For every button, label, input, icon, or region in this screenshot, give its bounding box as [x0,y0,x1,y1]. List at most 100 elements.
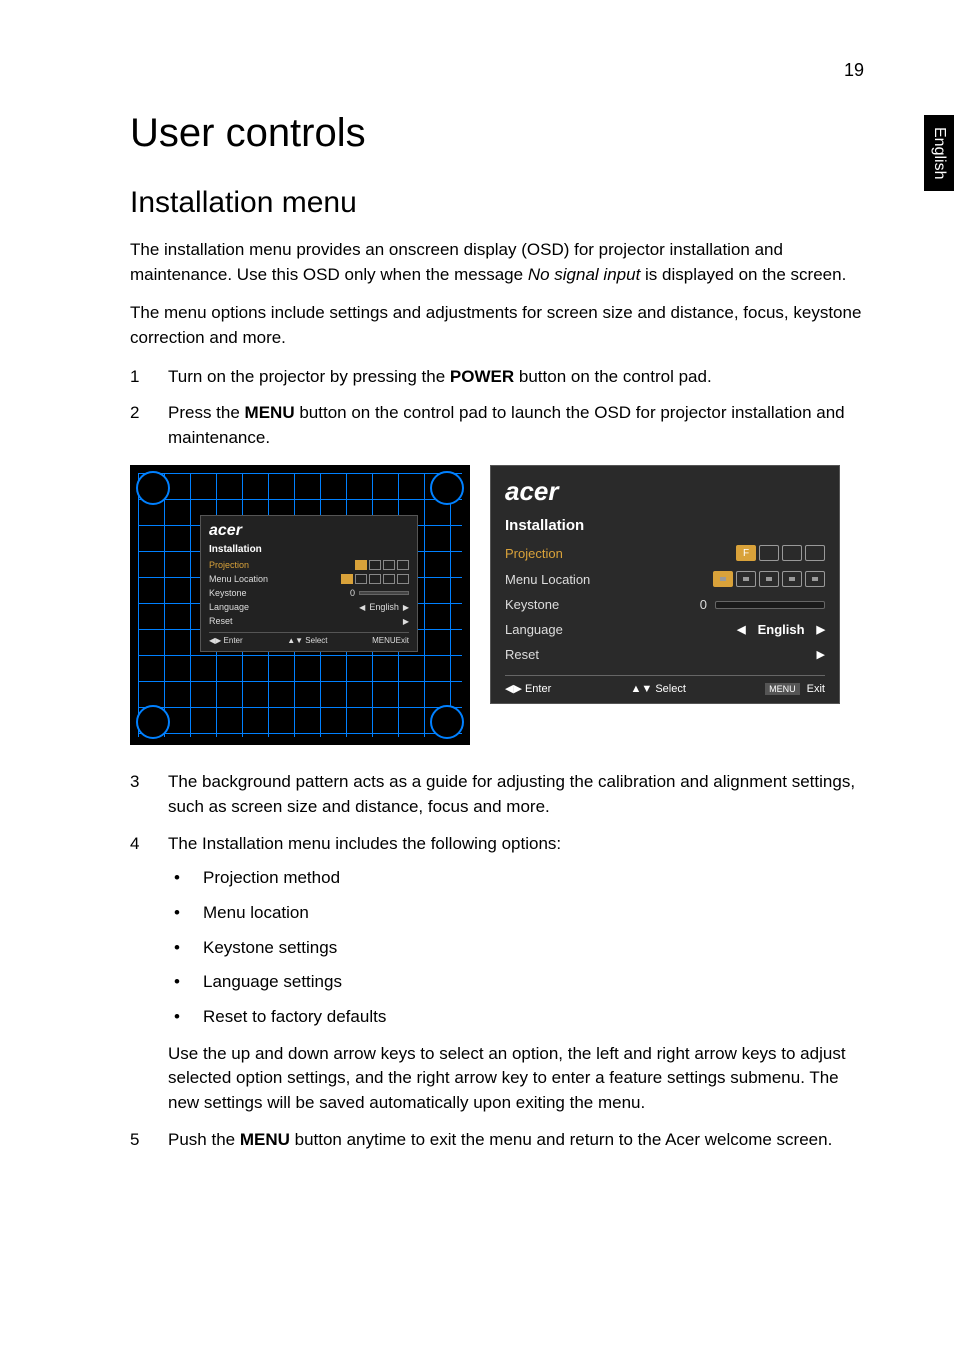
step-number: 3 [130,770,168,819]
location-icon [383,574,395,584]
osd-bottom-bar: ◀▶ Enter ▲▼ Select MENUExit [209,632,409,645]
location-icon [341,574,353,584]
heading-section: Installation menu [130,186,864,220]
osd-row-reset: Reset ▶ [209,614,409,628]
projection-icon: F [355,560,367,570]
language-value: English [369,602,399,612]
step1-bold: POWER [450,367,514,386]
osd-select-hint: ▲▼ Select [287,636,327,645]
keystone-value: 0 [350,588,355,598]
bullet-dot-icon: • [168,901,203,926]
left-arrow-icon: ◀ [359,603,365,612]
grid-corner-icon [136,705,170,739]
options-bullets: •Projection method •Menu location •Keyst… [168,866,864,1029]
heading-main: User controls [130,111,864,156]
projection-icon [782,545,802,561]
location-icon [736,571,756,587]
step5-a: Push the [168,1130,240,1149]
step-2: 2 Press the MENU button on the control p… [130,401,864,450]
menu-location-icons [713,571,825,587]
keystone-slider-row: 0 [700,597,825,612]
step-number: 2 [130,401,168,450]
grid-pattern: acer Installation Projection F Menu Loca… [138,473,462,737]
bullet-item: •Keystone settings [168,936,864,961]
left-arrow-icon: ◀ [737,623,745,636]
projection-icon [383,560,395,570]
language-tab: English [924,115,954,191]
projection-icon [369,560,381,570]
osd-label: Keystone [505,597,559,612]
bullet-item: •Reset to factory defaults [168,1005,864,1030]
step-4: 4 The Installation menu includes the fol… [130,832,864,1116]
projection-icon [759,545,779,561]
osd-title: Installation [505,517,825,534]
language-selector: ◀ English ▶ [737,622,825,637]
bullet-text: Menu location [203,901,309,926]
osd-label: Menu Location [505,572,590,587]
osd-enter-hint: ◀▶ Enter [505,682,551,695]
calibration-grid-screenshot: acer Installation Projection F Menu Loca… [130,465,470,745]
osd-row-projection: Projection F [209,558,409,572]
keystone-slider [359,591,409,595]
bullet-dot-icon: • [168,866,203,891]
menu-label: MENU [372,636,396,645]
osd-label: Projection [505,546,563,561]
osd-label: Keystone [209,588,247,598]
projection-icon [805,545,825,561]
right-arrow-icon: ▶ [403,617,409,626]
location-icon [397,574,409,584]
grid-corner-icon [430,705,464,739]
step-content: The background pattern acts as a guide f… [168,770,864,819]
projection-icons: F [736,545,825,561]
step2-bold: MENU [245,403,295,422]
osd-row-language: Language ◀ English ▶ [505,617,825,642]
menu-label: MENU [765,683,800,695]
bullet-dot-icon: • [168,936,203,961]
page-number: 19 [130,60,864,81]
bullet-dot-icon: • [168,970,203,995]
mini-osd-overlay: acer Installation Projection F Menu Loca… [200,515,418,652]
location-icon [369,574,381,584]
step4-intro: The Installation menu includes the follo… [168,834,561,853]
intro-paragraph-1: The installation menu provides an onscre… [130,238,864,287]
osd-row-keystone: Keystone 0 [209,586,409,600]
step2-a: Press the [168,403,245,422]
right-arrow-icon: ▶ [817,648,825,661]
bullet-item: •Projection method [168,866,864,891]
osd-label: Language [209,602,249,612]
osd-select-hint: ▲▼ Select [630,683,685,695]
osd-bottom-bar: ◀▶ Enter ▲▼ Select MENU Exit [505,675,825,695]
osd-menu-exit: MENUExit [372,636,409,645]
bullet-item: •Language settings [168,970,864,995]
location-icon [355,574,367,584]
step-number: 1 [130,365,168,390]
step-1: 1 Turn on the projector by pressing the … [130,365,864,390]
location-icon [759,571,779,587]
grid-corner-icon [136,471,170,505]
step-number: 4 [130,832,168,1116]
keystone-slider-row: 0 [350,588,409,598]
step1-a: Turn on the projector by pressing the [168,367,450,386]
menu-location-icons [341,574,409,584]
bullet-dot-icon: • [168,1005,203,1030]
step5-bold: MENU [240,1130,290,1149]
osd-label: Projection [209,560,249,570]
location-icon [713,571,733,587]
language-value: English [758,622,805,637]
osd-images-row: acer Installation Projection F Menu Loca… [130,465,864,745]
language-selector: ◀ English ▶ [359,602,409,612]
step-3: 3 The background pattern acts as a guide… [130,770,864,819]
intro-italic: No signal input [528,265,640,284]
osd-brand: acer [209,522,409,540]
step1-b: button on the control pad. [514,367,712,386]
right-arrow-icon: ▶ [817,623,825,636]
grid-corner-icon [430,471,464,505]
keystone-value: 0 [700,597,707,612]
right-arrow-icon: ▶ [403,603,409,612]
step4-after-text: Use the up and down arrow keys to select… [168,1044,846,1112]
step5-b: button anytime to exit the menu and retu… [290,1130,832,1149]
osd-title: Installation [209,544,409,555]
location-icon [805,571,825,587]
exit-label: Exit [396,636,409,645]
osd-enter-hint: ◀▶ Enter [209,636,243,645]
